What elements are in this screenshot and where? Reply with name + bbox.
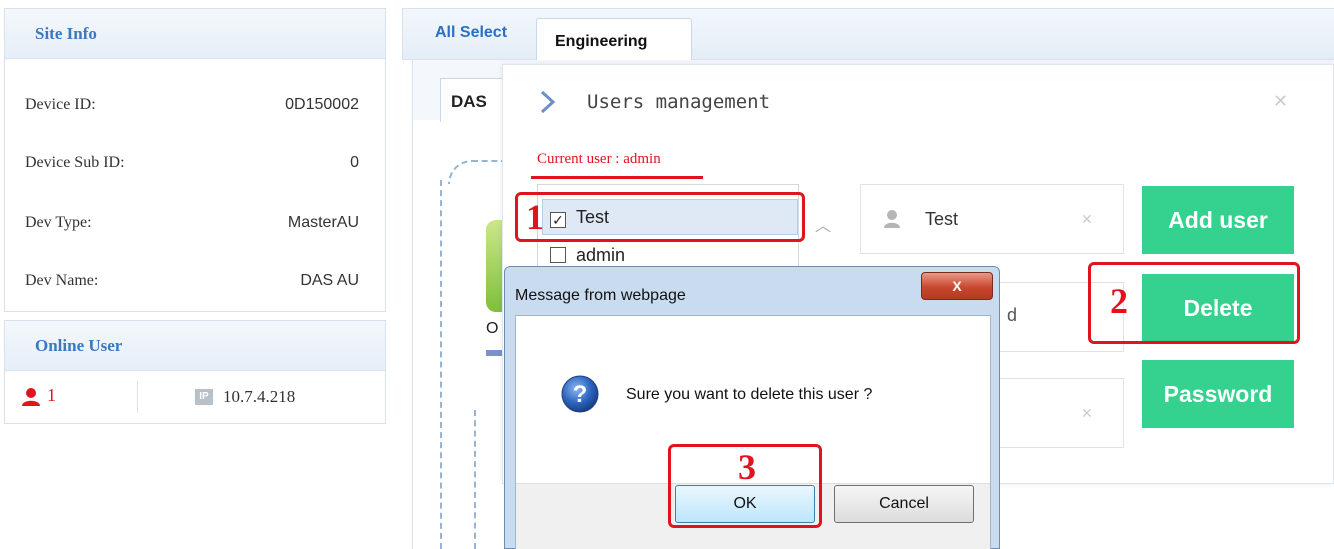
site-info-title: Site Info: [5, 9, 385, 59]
cancel-button[interactable]: Cancel: [834, 485, 974, 523]
list-item-admin-label: admin: [576, 245, 626, 265]
site-info-panel: Site Info Device ID: 0D150002 Device Sub…: [4, 8, 386, 312]
dialog-title: Message from webpage: [515, 287, 686, 304]
dashed-border-left: [440, 180, 442, 549]
tab-engineering[interactable]: Engineering: [536, 18, 692, 62]
clear-icon[interactable]: ✕: [1081, 405, 1093, 422]
list-item-admin[interactable]: admin: [550, 245, 625, 266]
users-management-title: Users management: [587, 91, 771, 113]
tab-all-select[interactable]: All Select: [435, 24, 507, 42]
password-field-partial: d: [1007, 305, 1018, 325]
device-id-row: Device ID: 0D150002: [5, 75, 385, 135]
online-user-panel: Online User 1 IP 10.7.4.218: [4, 320, 386, 424]
device-sub-id-label: Device Sub ID:: [25, 154, 125, 171]
device-sub-id-row: Device Sub ID: 0: [5, 133, 385, 193]
dev-name-row: Dev Name: DAS AU: [5, 251, 385, 311]
partial-label: O: [486, 320, 499, 337]
annotation-step-3: 3: [738, 447, 756, 487]
tab-engineering-label: Engineering: [555, 33, 648, 50]
online-user-count: 1: [47, 385, 56, 405]
tab-das-label: DAS: [451, 92, 487, 111]
divider: [137, 381, 138, 413]
current-user-underline: [531, 176, 703, 179]
ip-icon: IP: [195, 389, 213, 405]
annotation-step-2: 2: [1110, 281, 1128, 321]
dev-name-label: Dev Name:: [25, 272, 99, 289]
dev-type-value: MasterAU: [287, 214, 359, 231]
device-id-label: Device ID:: [25, 96, 96, 113]
user-icon: [884, 210, 900, 228]
dev-type-row: Dev Type: MasterAU: [5, 193, 385, 253]
dialog-close-button[interactable]: X: [921, 272, 993, 300]
add-user-button[interactable]: Add user: [1142, 186, 1294, 254]
online-user-title: Online User: [5, 321, 385, 371]
device-sub-id-value: 0: [350, 154, 359, 171]
dev-name-value: DAS AU: [300, 272, 359, 289]
svg-text:?: ?: [573, 381, 588, 408]
username-field[interactable]: Test ✕: [860, 184, 1124, 254]
question-icon: ?: [561, 375, 599, 413]
dialog-message: Sure you want to delete this user ?: [626, 386, 873, 403]
annotation-step-1: 1: [526, 197, 544, 237]
scroll-up-icon[interactable]: ︿: [815, 212, 831, 236]
tab-das[interactable]: DAS: [440, 78, 510, 122]
device-id-value: 0D150002: [285, 96, 359, 113]
checkbox-admin[interactable]: [550, 247, 566, 263]
online-user-ip: 10.7.4.218: [223, 387, 296, 406]
password-button[interactable]: Password: [1142, 360, 1294, 428]
username-value: Test: [925, 209, 959, 229]
dashed-border-inner: [474, 410, 476, 549]
online-user-row: 1 IP 10.7.4.218: [5, 371, 385, 425]
current-user-label: Current user : admin: [537, 151, 661, 167]
close-icon[interactable]: ✕: [1273, 91, 1288, 112]
annotation-box-1: [515, 192, 805, 242]
chevron-right-icon: [540, 90, 556, 114]
clear-icon[interactable]: ✕: [1081, 211, 1093, 228]
dev-type-label: Dev Type:: [25, 214, 92, 231]
user-icon: [22, 388, 40, 406]
